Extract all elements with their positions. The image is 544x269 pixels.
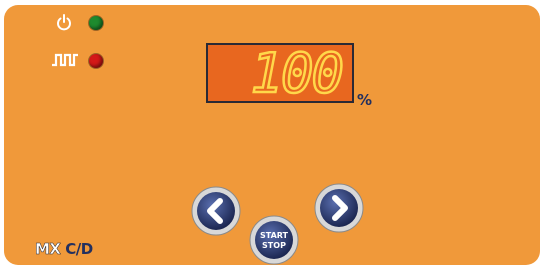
increase-button[interactable] [313, 182, 365, 234]
display-value: 100 [249, 42, 345, 105]
brand-variant: C/D [65, 240, 93, 258]
speed-display: 100 [206, 43, 354, 103]
start-label: START [260, 231, 289, 240]
brand-model: MX [35, 240, 61, 259]
power-led [89, 16, 103, 30]
power-icon [57, 14, 71, 31]
stop-label: STOP [262, 241, 286, 250]
start-stop-button[interactable]: START STOP [248, 214, 300, 266]
pulse-led [89, 54, 103, 68]
control-panel: 100 % START STOP MX C/D [4, 5, 540, 265]
display-unit: % [357, 91, 373, 109]
pulse-wave-icon [52, 53, 78, 67]
brand-logo: MX C/D [35, 240, 93, 259]
decrease-button[interactable] [190, 185, 242, 237]
